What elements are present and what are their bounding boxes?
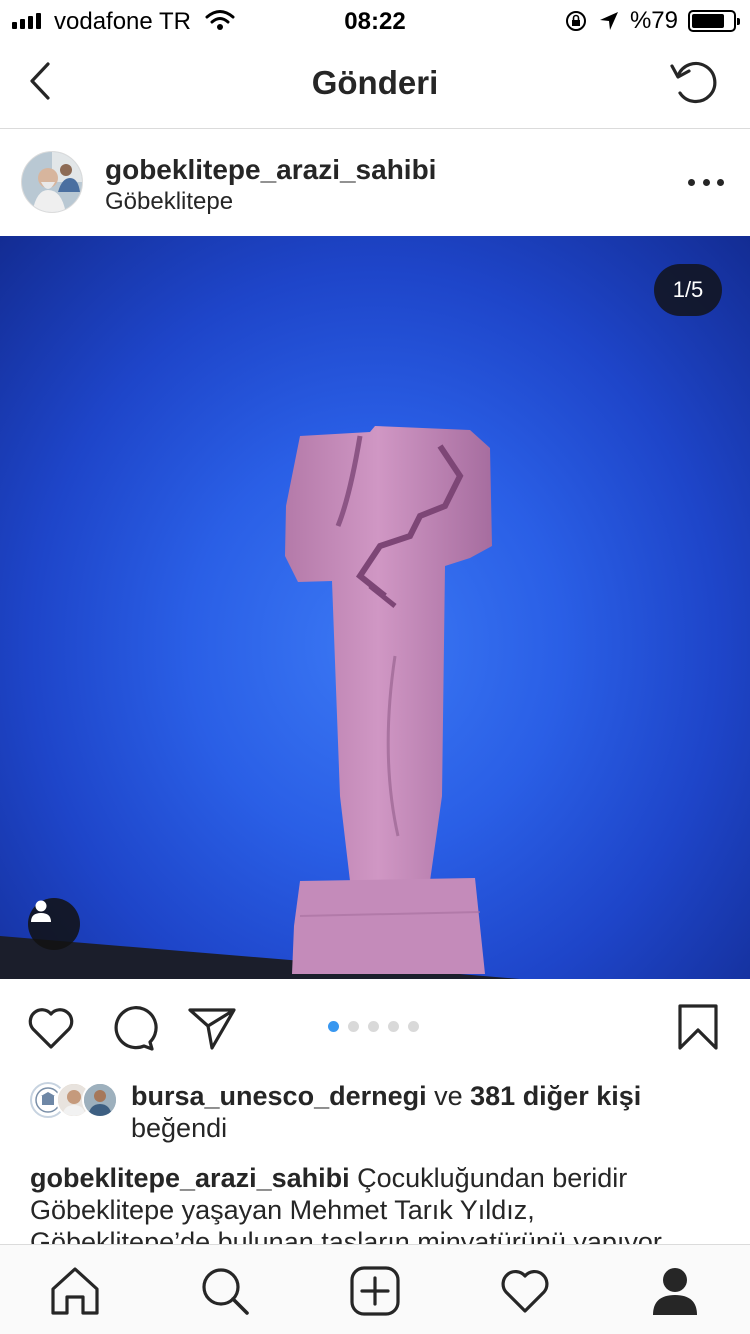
post-header: gobeklitepe_arazi_sahibi Göbeklitepe bbox=[0, 130, 750, 236]
carousel-dot bbox=[368, 1021, 379, 1032]
stone-pillar-image bbox=[0, 426, 520, 979]
navigation-bar: Gönderi bbox=[0, 40, 750, 129]
location-arrow-icon bbox=[599, 12, 618, 30]
page-title: Gönderi bbox=[311, 64, 439, 101]
likes-connector: ve bbox=[426, 1081, 471, 1111]
comment-icon[interactable] bbox=[106, 1002, 158, 1054]
carousel-dots bbox=[328, 1021, 419, 1032]
likes-suffix: beğendi bbox=[131, 1113, 228, 1143]
post-caption: gobeklitepe_arazi_sahibi Çocukluğundan b… bbox=[30, 1162, 720, 1244]
user-tag-icon bbox=[31, 900, 51, 922]
likes-others-count[interactable]: 381 diğer kişi bbox=[470, 1081, 641, 1111]
home-icon[interactable] bbox=[47, 1263, 103, 1319]
new-post-icon[interactable] bbox=[347, 1263, 403, 1319]
status-bar: vodafone TR 08:22 %79 bbox=[0, 0, 750, 40]
carousel-dot bbox=[388, 1021, 399, 1032]
tagged-users-button[interactable] bbox=[28, 898, 80, 950]
post-actions-bar bbox=[0, 980, 750, 1076]
activity-heart-icon[interactable] bbox=[497, 1263, 553, 1319]
carousel-dot bbox=[408, 1021, 419, 1032]
battery-percent: %79 bbox=[629, 7, 678, 34]
likes-section: bursa_unesco_dernegi ve 381 diğer kişi b… bbox=[0, 1078, 750, 1148]
carousel-dot bbox=[328, 1021, 339, 1032]
liker-avatar bbox=[82, 1082, 118, 1118]
battery-icon bbox=[688, 10, 740, 32]
profile-icon[interactable] bbox=[647, 1263, 703, 1319]
search-icon[interactable] bbox=[197, 1263, 253, 1319]
heart-icon[interactable] bbox=[25, 1002, 77, 1054]
post-photo[interactable]: 1/5 bbox=[0, 236, 750, 979]
share-icon[interactable] bbox=[186, 1002, 238, 1054]
refresh-icon[interactable] bbox=[668, 54, 722, 108]
post-username[interactable]: gobeklitepe_arazi_sahibi bbox=[105, 154, 436, 186]
orientation-lock-icon bbox=[565, 11, 586, 31]
bottom-tab-bar bbox=[0, 1244, 750, 1334]
likes-summary[interactable]: bursa_unesco_dernegi ve 381 diğer kişi b… bbox=[131, 1080, 731, 1144]
liker-username[interactable]: bursa_unesco_dernegi bbox=[131, 1081, 427, 1111]
bookmark-icon[interactable] bbox=[672, 1002, 724, 1054]
caption-username[interactable]: gobeklitepe_arazi_sahibi bbox=[30, 1163, 350, 1193]
more-options-icon[interactable] bbox=[688, 170, 724, 194]
carousel-dot bbox=[348, 1021, 359, 1032]
liker-avatars[interactable] bbox=[30, 1082, 120, 1120]
user-avatar[interactable] bbox=[21, 151, 83, 213]
post-location[interactable]: Göbeklitepe bbox=[105, 188, 233, 216]
slide-counter: 1/5 bbox=[654, 264, 722, 316]
